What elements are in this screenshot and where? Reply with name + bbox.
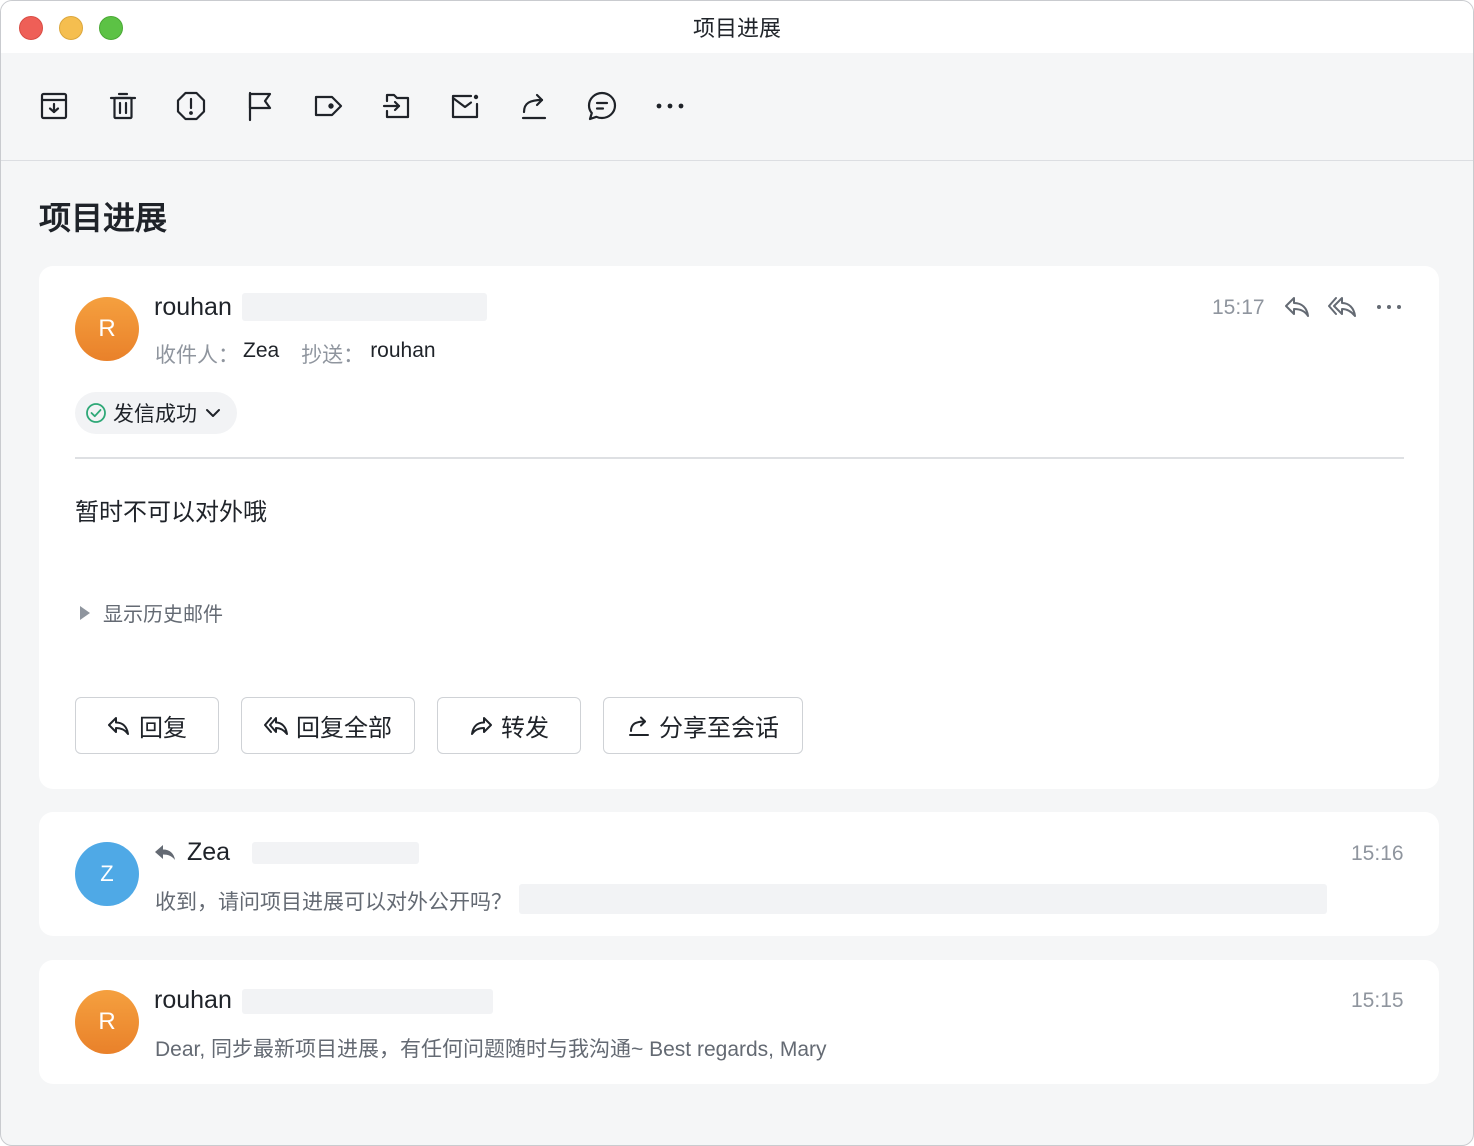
avatar-letter: Z xyxy=(100,861,114,886)
forward-button[interactable]: 转发 xyxy=(437,697,581,754)
message-preview: Dear, 同步最新项目进展，有任何问题随时与我沟通~ Best regards… xyxy=(155,1038,827,1061)
reply-all-icon[interactable] xyxy=(1327,292,1357,322)
show-history-label: 显示历史邮件 xyxy=(103,604,223,626)
to-label: 收件人： xyxy=(155,344,239,367)
reply-all-icon xyxy=(264,716,288,735)
window-controls xyxy=(19,16,123,40)
share-icon[interactable] xyxy=(517,89,551,123)
recipients-line: 收件人： Zea 抄送： rouhan xyxy=(155,339,436,369)
masked-sender-address xyxy=(242,989,493,1014)
masked-sender-address xyxy=(252,842,419,864)
reply-all-button-label: 回复全部 xyxy=(296,715,392,742)
reply-icon xyxy=(108,716,129,735)
toolbar xyxy=(1,53,1473,161)
message-card: R rouhan 收件人： Zea 抄送： rouhan 15:17 发信成功 … xyxy=(39,266,1439,789)
more-icon[interactable] xyxy=(653,89,687,123)
window-title: 项目进展 xyxy=(692,16,781,41)
flag-icon[interactable] xyxy=(243,89,277,123)
message-time: 15:17 xyxy=(1212,296,1265,319)
mail-window: 项目进展 项目进展 R rouhan 收件人： Zea 抄送： rouhan 1… xyxy=(0,0,1474,1146)
move-icon[interactable] xyxy=(380,89,414,123)
reply-icon[interactable] xyxy=(1282,292,1312,322)
mail-subject: 项目进展 xyxy=(39,200,168,236)
archive-icon[interactable] xyxy=(37,89,71,123)
close-window-button[interactable] xyxy=(19,16,43,40)
avatar-letter: R xyxy=(98,1008,116,1035)
reply-all-button[interactable]: 回复全部 xyxy=(241,697,415,754)
sender-name[interactable]: rouhan xyxy=(154,293,232,322)
forward-icon xyxy=(471,716,492,735)
forward-button-label: 转发 xyxy=(501,715,549,742)
title-bar: 项目进展 xyxy=(1,1,1473,53)
sender-name[interactable]: rouhan xyxy=(154,986,232,1015)
chevron-down-icon xyxy=(206,409,220,417)
thread-item[interactable]: Z Zea 15:16 收到，请问项目进展可以对外公开吗？ xyxy=(39,812,1439,936)
thread-item[interactable]: R rouhan 15:15 Dear, 同步最新项目进展，有任何问题随时与我沟… xyxy=(39,960,1439,1084)
show-history-toggle[interactable]: 显示历史邮件 xyxy=(79,598,223,627)
header-divider xyxy=(75,457,1404,459)
avatar[interactable]: Z xyxy=(75,842,139,906)
reply-button[interactable]: 回复 xyxy=(75,697,219,754)
message-time: 15:16 xyxy=(1351,842,1404,865)
avatar[interactable]: R xyxy=(75,297,139,361)
mark-unread-icon[interactable] xyxy=(448,89,482,123)
cc-value[interactable]: rouhan xyxy=(370,339,435,369)
caret-right-icon xyxy=(80,605,90,620)
success-check-icon xyxy=(86,403,106,423)
comment-icon[interactable] xyxy=(585,89,619,123)
masked-sender-address xyxy=(242,293,487,321)
minimize-window-button[interactable] xyxy=(59,16,83,40)
zoom-window-button[interactable] xyxy=(99,16,123,40)
message-body: 暂时不可以对外哦 xyxy=(75,499,267,526)
replied-icon xyxy=(155,845,175,860)
label-icon[interactable] xyxy=(311,89,345,123)
spam-icon[interactable] xyxy=(174,89,208,123)
to-value[interactable]: Zea xyxy=(243,339,279,369)
message-time: 15:15 xyxy=(1351,989,1404,1012)
masked-preview xyxy=(519,884,1327,914)
avatar[interactable]: R xyxy=(75,990,139,1054)
share-icon xyxy=(629,716,649,736)
cc-label: 抄送： xyxy=(301,344,365,367)
share-to-chat-button-label: 分享至会话 xyxy=(659,715,779,742)
trash-icon[interactable] xyxy=(106,89,140,123)
reply-button-label: 回复 xyxy=(139,715,187,742)
send-status-dropdown[interactable]: 发信成功 xyxy=(75,392,237,434)
message-more-icon[interactable] xyxy=(1374,292,1404,322)
share-to-chat-button[interactable]: 分享至会话 xyxy=(603,697,803,754)
message-preview: 收到，请问项目进展可以对外公开吗？ xyxy=(155,891,512,914)
sender-name[interactable]: Zea xyxy=(187,838,230,867)
send-status-label: 发信成功 xyxy=(113,403,197,426)
avatar-letter: R xyxy=(98,315,116,342)
